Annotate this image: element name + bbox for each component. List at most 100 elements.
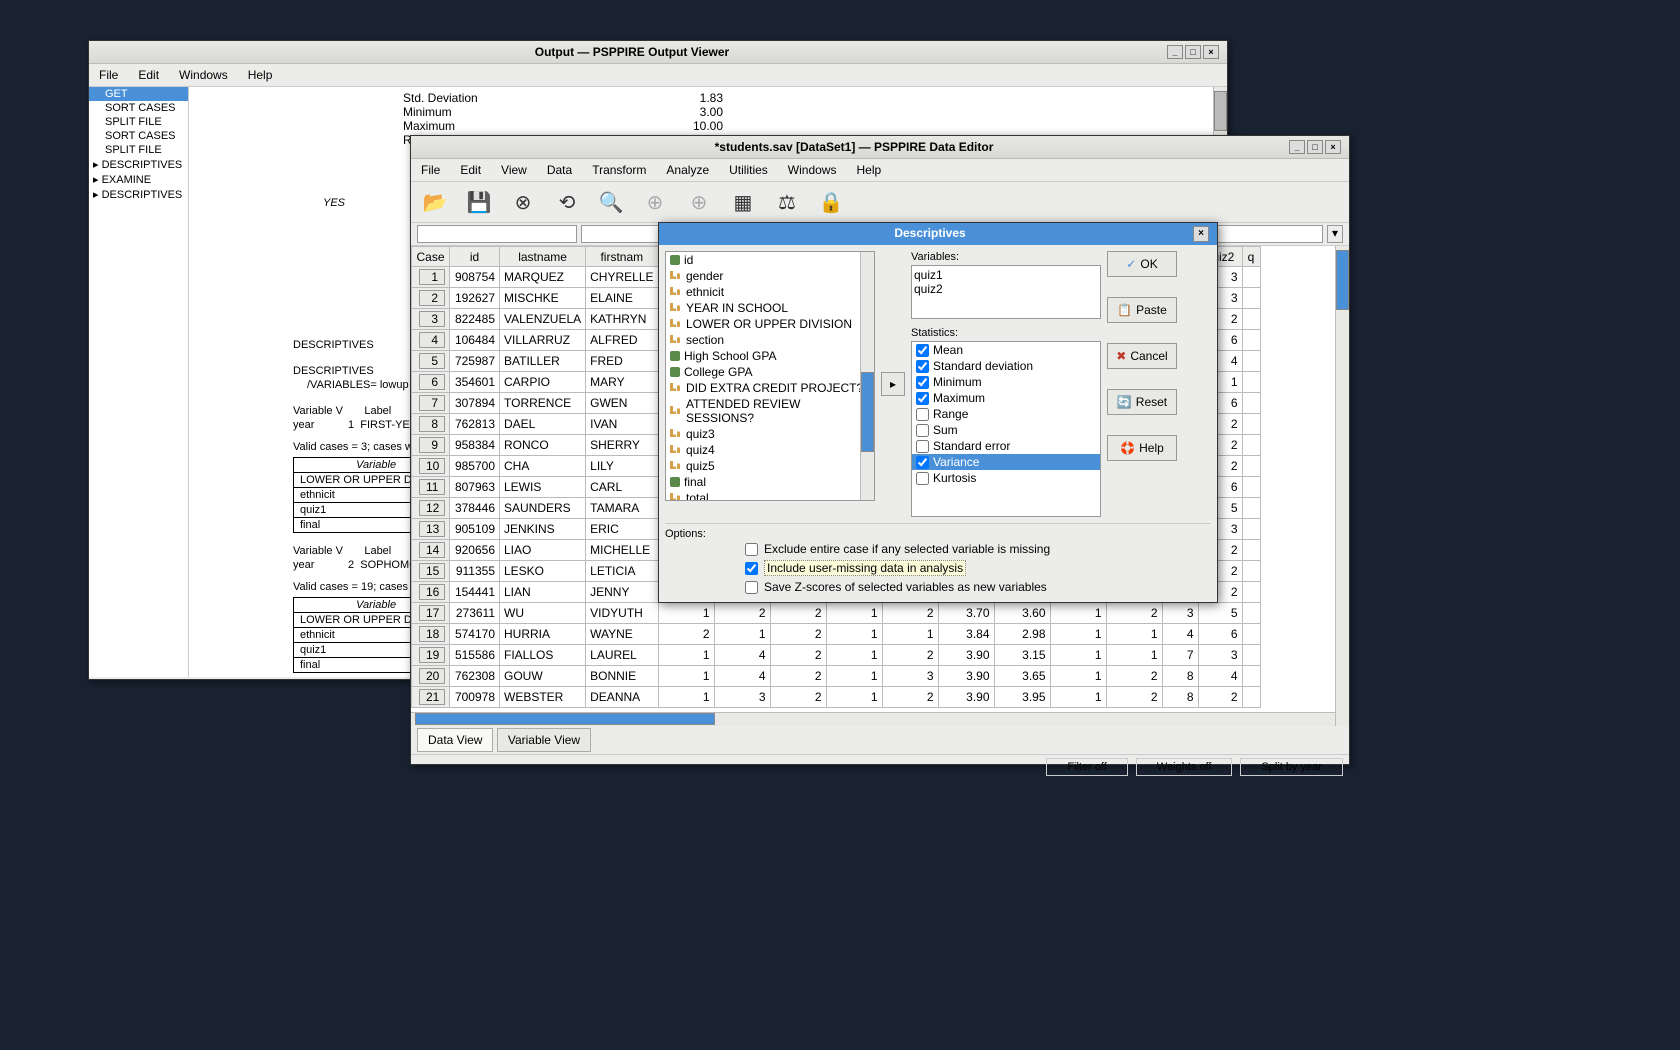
reset-button[interactable]: 🔄Reset	[1107, 389, 1177, 415]
statistics-list[interactable]: MeanStandard deviationMinimumMaximumRang…	[911, 341, 1101, 517]
tab-variable-view[interactable]: Variable View	[497, 728, 591, 752]
checkbox[interactable]	[745, 581, 758, 594]
statistic-option[interactable]: Minimum	[912, 374, 1100, 390]
minimize-button[interactable]: _	[1289, 140, 1305, 154]
split-icon[interactable]: ▦	[729, 188, 757, 216]
menu-data[interactable]: Data	[543, 161, 576, 179]
maximize-button[interactable]: □	[1185, 45, 1201, 59]
close-button[interactable]: ×	[1325, 140, 1341, 154]
menu-transform[interactable]: Transform	[588, 161, 650, 179]
paste-button[interactable]: 📋Paste	[1107, 297, 1177, 323]
available-var-item[interactable]: ATTENDED REVIEW SESSIONS?	[666, 396, 874, 426]
close-button[interactable]: ×	[1203, 45, 1219, 59]
stat-checkbox[interactable]	[916, 472, 929, 485]
help-button[interactable]: 🛟Help	[1107, 435, 1177, 461]
option-include-user-missing[interactable]: Include user-missing data in analysis	[665, 558, 1211, 578]
find-icon[interactable]: 🔍	[597, 188, 625, 216]
stat-checkbox[interactable]	[916, 392, 929, 405]
statistic-option[interactable]: Standard deviation	[912, 358, 1100, 374]
available-var-item[interactable]: College GPA	[666, 364, 874, 380]
stat-checkbox[interactable]	[916, 376, 929, 389]
goto-var-icon[interactable]: ⟲	[553, 188, 581, 216]
stat-checkbox[interactable]	[916, 456, 929, 469]
stat-checkbox[interactable]	[916, 360, 929, 373]
maximize-button[interactable]: □	[1307, 140, 1323, 154]
stat-checkbox[interactable]	[916, 440, 929, 453]
menu-analyze[interactable]: Analyze	[662, 161, 713, 179]
tree-item-get[interactable]: GET	[89, 87, 188, 101]
available-variables-list[interactable]: idgenderethnicitYEAR IN SCHOOLLOWER OR U…	[665, 251, 875, 501]
statistic-option[interactable]: Sum	[912, 422, 1100, 438]
tree-item-descriptives[interactable]: DESCRIPTIVES	[89, 157, 188, 172]
minimize-button[interactable]: _	[1167, 45, 1183, 59]
dialog-titlebar[interactable]: Descriptives ×	[659, 223, 1217, 245]
tree-item[interactable]: SORT CASES	[89, 101, 188, 115]
menu-file[interactable]: File	[417, 161, 444, 179]
tab-data-view[interactable]: Data View	[417, 728, 493, 752]
cell-editor-varname[interactable]	[417, 225, 577, 243]
selected-var[interactable]: quiz1	[914, 268, 1098, 282]
insert-case-icon[interactable]: ⊕	[641, 188, 669, 216]
available-var-item[interactable]: High School GPA	[666, 348, 874, 364]
available-var-item[interactable]: quiz3	[666, 426, 874, 442]
menu-view[interactable]: View	[497, 161, 531, 179]
value-labels-icon[interactable]: 🔒	[817, 188, 845, 216]
available-var-item[interactable]: LOWER OR UPPER DIVISION	[666, 316, 874, 332]
grid-hscroll[interactable]	[411, 712, 1335, 726]
statistic-option[interactable]: Maximum	[912, 390, 1100, 406]
cancel-button[interactable]: ✖Cancel	[1107, 343, 1177, 369]
output-tree[interactable]: GET SORT CASES SPLIT FILE SORT CASES SPL…	[89, 87, 189, 677]
tree-item[interactable]: SPLIT FILE	[89, 143, 188, 157]
selected-variables-list[interactable]: quiz1 quiz2	[911, 265, 1101, 319]
grid-vscroll[interactable]	[1335, 246, 1349, 726]
option-save-zscores[interactable]: Save Z-scores of selected variables as n…	[665, 578, 1211, 596]
available-var-item[interactable]: total	[666, 490, 874, 501]
statistic-option[interactable]: Variance	[912, 454, 1100, 470]
save-icon[interactable]: 💾	[465, 188, 493, 216]
available-var-item[interactable]: ethnicit	[666, 284, 874, 300]
menu-edit[interactable]: Edit	[456, 161, 485, 179]
available-var-item[interactable]: quiz5	[666, 458, 874, 474]
goto-case-icon[interactable]: ⊗	[509, 188, 537, 216]
selected-var[interactable]: quiz2	[914, 282, 1098, 296]
dialog-close-button[interactable]: ×	[1193, 226, 1209, 242]
list-vscroll[interactable]	[860, 252, 874, 500]
tree-item[interactable]: SPLIT FILE	[89, 115, 188, 129]
available-var-item[interactable]: section	[666, 332, 874, 348]
available-var-item[interactable]: final	[666, 474, 874, 490]
menu-file[interactable]: File	[95, 66, 122, 84]
stat-checkbox[interactable]	[916, 424, 929, 437]
menu-edit[interactable]: Edit	[134, 66, 163, 84]
checkbox[interactable]	[745, 562, 758, 575]
available-var-item[interactable]: id	[666, 252, 874, 268]
editor-titlebar[interactable]: *students.sav [DataSet1] — PSPPIRE Data …	[411, 136, 1349, 159]
menu-utilities[interactable]: Utilities	[725, 161, 772, 179]
statistic-option[interactable]: Range	[912, 406, 1100, 422]
open-icon[interactable]: 📂	[421, 188, 449, 216]
stat-checkbox[interactable]	[916, 344, 929, 357]
available-var-item[interactable]: gender	[666, 268, 874, 284]
statistic-option[interactable]: Kurtosis	[912, 470, 1100, 486]
statistic-option[interactable]: Standard error	[912, 438, 1100, 454]
available-var-item[interactable]: DID EXTRA CREDIT PROJECT?	[666, 380, 874, 396]
menu-windows[interactable]: Windows	[784, 161, 841, 179]
statistic-option[interactable]: Mean	[912, 342, 1100, 358]
available-var-item[interactable]: quiz4	[666, 442, 874, 458]
menu-windows[interactable]: Windows	[175, 66, 232, 84]
menu-help[interactable]: Help	[244, 66, 277, 84]
available-var-item[interactable]: YEAR IN SCHOOL	[666, 300, 874, 316]
option-exclude-missing[interactable]: Exclude entire case if any selected vari…	[665, 540, 1211, 558]
weight-icon[interactable]: ⚖	[773, 188, 801, 216]
checkbox[interactable]	[745, 543, 758, 556]
insert-var-icon[interactable]: ⊕	[685, 188, 713, 216]
menu-help[interactable]: Help	[852, 161, 885, 179]
tree-item-examine[interactable]: EXAMINE	[89, 172, 188, 187]
ok-button[interactable]: ✓OK	[1107, 251, 1177, 277]
stat-value: 3.00	[663, 105, 723, 119]
tree-item-descriptives2[interactable]: DESCRIPTIVES	[89, 187, 188, 202]
output-titlebar[interactable]: Output — PSPPIRE Output Viewer _ □ ×	[89, 41, 1227, 64]
tree-item[interactable]: SORT CASES	[89, 129, 188, 143]
dropdown-icon[interactable]: ▾	[1327, 225, 1343, 243]
move-right-button[interactable]: ▸	[881, 372, 905, 396]
stat-checkbox[interactable]	[916, 408, 929, 421]
